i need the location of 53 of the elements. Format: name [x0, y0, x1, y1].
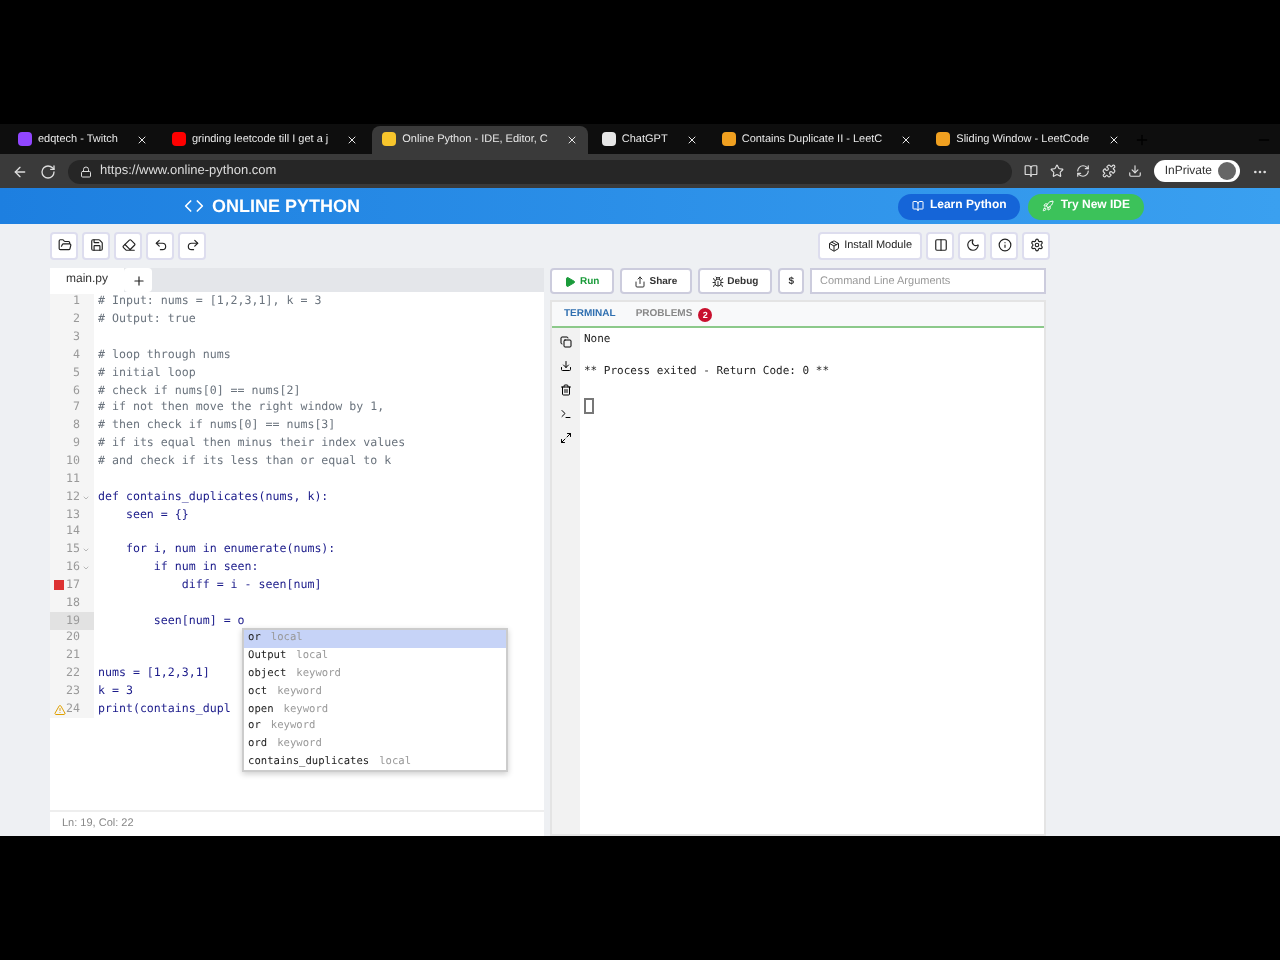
undo-button[interactable]	[146, 231, 174, 259]
download-icon[interactable]	[560, 360, 572, 372]
moon-icon	[965, 238, 979, 252]
info-icon	[997, 238, 1011, 252]
package-icon	[828, 239, 841, 251]
folder-icon	[57, 238, 71, 252]
eraser-icon	[121, 238, 135, 252]
code-editor[interactable]	[50, 292, 544, 836]
theme-button[interactable]	[958, 231, 986, 259]
site-logo[interactable]: ONLINE PYTHON	[212, 196, 890, 216]
close-icon[interactable]	[685, 133, 698, 145]
settings-button[interactable]	[1022, 231, 1050, 259]
download-icon[interactable]	[1128, 164, 1143, 178]
book-icon	[911, 200, 924, 212]
favicon-icon	[721, 132, 736, 146]
folder-button[interactable]	[50, 231, 78, 259]
favicon-icon	[382, 132, 397, 146]
columns-icon	[933, 238, 947, 252]
redo-icon	[185, 238, 199, 252]
eraser-button[interactable]	[114, 231, 142, 259]
terminal-icon[interactable]	[560, 408, 572, 420]
reload-icon[interactable]	[40, 163, 56, 179]
favorite-icon[interactable]	[1050, 164, 1065, 178]
close-icon[interactable]	[135, 133, 148, 145]
save-icon	[89, 238, 103, 252]
favicon-icon	[601, 132, 616, 146]
favicon-icon	[936, 132, 951, 146]
bug-icon	[711, 275, 724, 287]
play-icon	[564, 275, 576, 287]
close-icon[interactable]	[565, 133, 578, 145]
copy-icon[interactable]	[560, 336, 572, 348]
sync-icon[interactable]	[1076, 164, 1091, 178]
settings-icon	[1029, 238, 1043, 252]
reader-icon[interactable]	[1024, 164, 1039, 178]
lock-icon	[80, 165, 92, 177]
redo-button[interactable]	[178, 231, 206, 259]
share-icon	[633, 275, 646, 287]
save-button[interactable]	[82, 231, 110, 259]
info-button[interactable]	[990, 231, 1018, 259]
logo-icon	[184, 196, 204, 216]
extensions-icon[interactable]	[1102, 164, 1117, 178]
plus-icon	[131, 273, 146, 287]
favicon-icon	[18, 132, 32, 146]
rocket-icon	[1042, 200, 1055, 212]
trash-icon[interactable]	[560, 384, 572, 396]
back-icon[interactable]	[12, 163, 28, 179]
close-icon[interactable]	[1107, 133, 1120, 145]
undo-icon	[153, 238, 167, 252]
favicon-icon	[171, 132, 186, 146]
close-icon[interactable]	[346, 133, 359, 145]
layout-button[interactable]	[926, 231, 954, 259]
terminal-cursor	[584, 398, 594, 414]
close-icon[interactable]	[900, 133, 913, 145]
